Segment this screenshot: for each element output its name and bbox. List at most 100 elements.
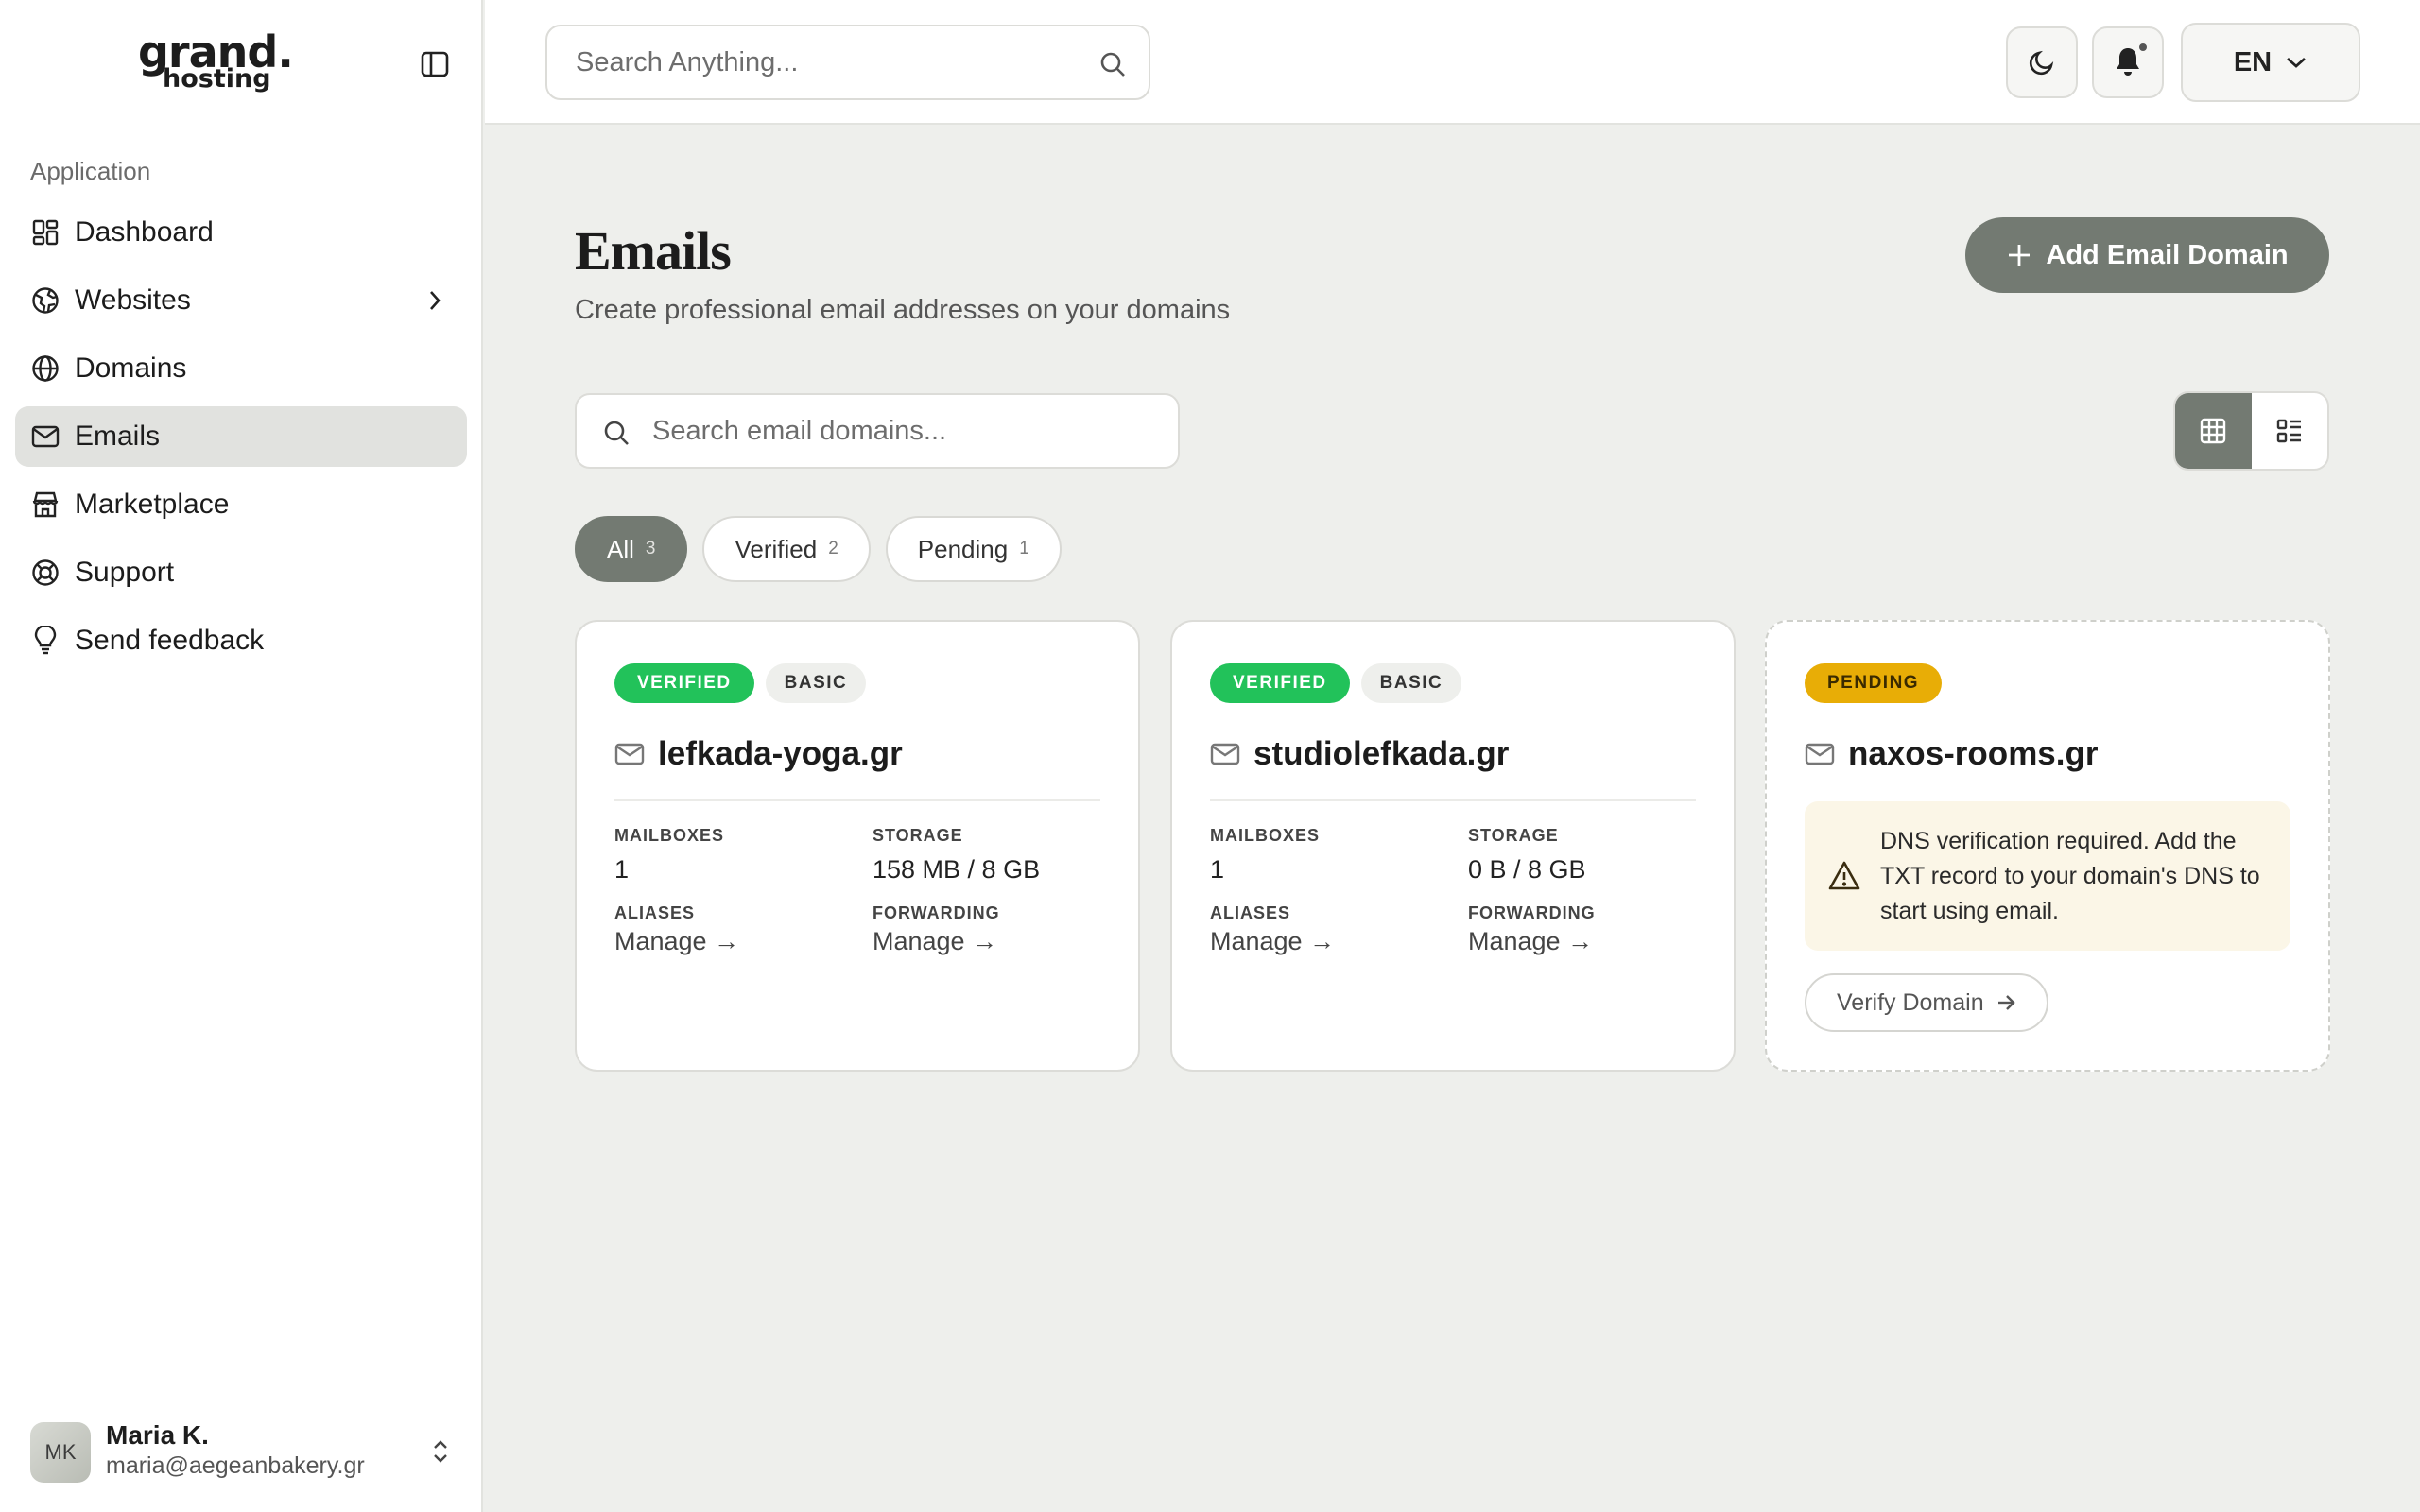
add-email-domain-label: Add Email Domain — [2046, 239, 2289, 270]
mailboxes-stat: MAILBOXES 1 — [614, 826, 724, 885]
manage-aliases-link[interactable]: Manage → — [1210, 927, 1335, 956]
filter-pending[interactable]: Pending 1 — [885, 516, 1062, 582]
sidebar-item-label: Marketplace — [75, 489, 230, 520]
lifebuoy-icon — [30, 558, 60, 588]
filter-verified[interactable]: Verified 2 — [702, 516, 871, 582]
grid-view-button[interactable] — [2175, 393, 2252, 469]
sidebar-item-websites[interactable]: Websites — [15, 270, 467, 331]
grid-icon — [2201, 418, 2226, 444]
domain-name[interactable]: studiolefkada.gr — [1253, 735, 1509, 773]
manage-forwarding-link[interactable]: Manage → — [873, 927, 1000, 956]
verify-domain-button[interactable]: Verify Domain — [1805, 973, 2048, 1032]
search-icon[interactable] — [1098, 49, 1128, 79]
brand-logo[interactable]: grand. hosting — [138, 30, 294, 96]
stat-value: 1 — [614, 855, 630, 884]
arrow-right-icon — [1996, 992, 2016, 1013]
mail-icon — [1805, 739, 1835, 769]
manage-aliases-link[interactable]: Manage → — [614, 927, 739, 956]
status-badge: PENDING — [1805, 663, 1943, 703]
chevrons-up-down-icon[interactable] — [425, 1436, 456, 1467]
plan-badge: BASIC — [1360, 663, 1462, 703]
manage-forwarding-link[interactable]: Manage → — [1468, 927, 1596, 956]
warning-icon — [1827, 860, 1861, 894]
stat-label: ALIASES — [1210, 903, 1291, 922]
sidebar-nav: Dashboard Websites Domains Emails Market… — [15, 202, 467, 679]
stat-value: 1 — [1210, 855, 1225, 884]
domain-name[interactable]: naxos-rooms.gr — [1848, 735, 2099, 773]
filter-label: Pending — [917, 534, 1009, 563]
status-badge: VERIFIED — [1210, 663, 1350, 703]
stat-label: FORWARDING — [873, 903, 1000, 922]
moon-icon — [2029, 50, 2054, 76]
storage-stat: STORAGE 158 MB / 8 GB — [873, 826, 1040, 885]
stat-value: 0 B / 8 GB — [1468, 855, 1586, 884]
search-icon — [601, 418, 631, 448]
lightbulb-icon — [30, 626, 60, 656]
filter-count: 1 — [1019, 539, 1029, 558]
email-domain-card-pending[interactable]: PENDING naxos-rooms.gr DNS verification … — [1765, 620, 2330, 1072]
storage-stat: STORAGE 0 B / 8 GB — [1468, 826, 1586, 885]
notification-dot — [2137, 42, 2149, 53]
email-domain-card[interactable]: VERIFIED BASIC studiolefkada.gr MAILBOXE… — [1170, 620, 1736, 1072]
page-subtitle: Create professional email addresses on y… — [575, 295, 1231, 325]
stat-value: 158 MB / 8 GB — [873, 855, 1041, 884]
sidebar-item-marketplace[interactable]: Marketplace — [15, 474, 467, 535]
divider — [1210, 799, 1696, 801]
logo-sub: hosting — [163, 64, 271, 94]
user-name: Maria K. — [106, 1420, 209, 1450]
stat-label: MAILBOXES — [1210, 826, 1321, 845]
filter-label: All — [607, 534, 634, 563]
filter-count: 3 — [645, 539, 656, 558]
filter-all[interactable]: All 3 — [575, 516, 688, 582]
notifications-button[interactable] — [2092, 26, 2164, 98]
sidebar-item-emails[interactable]: Emails — [15, 406, 467, 467]
sidebar-item-label: Websites — [75, 284, 191, 316]
domain-search-input[interactable] — [652, 395, 1163, 467]
theme-toggle-button[interactable] — [2006, 26, 2078, 98]
domain-search — [575, 393, 1180, 469]
language-selector[interactable]: EN — [2181, 23, 2360, 102]
sidebar-item-dashboard[interactable]: Dashboard — [15, 202, 467, 263]
avatar: MK — [30, 1422, 91, 1483]
chevron-down-icon — [2285, 51, 2308, 74]
status-badge: VERIFIED — [614, 663, 754, 703]
sidebar-toggle-button[interactable] — [420, 49, 450, 79]
filter-label: Verified — [735, 534, 818, 563]
dns-verification-alert: DNS verification required. Add the TXT r… — [1805, 801, 2290, 951]
list-view-button[interactable] — [2252, 393, 2328, 469]
language-label: EN — [2233, 46, 2273, 77]
stat-label: ALIASES — [614, 903, 696, 922]
stat-label: MAILBOXES — [614, 826, 725, 845]
forwarding-stat: FORWARDING Manage → — [873, 903, 1000, 956]
store-icon — [30, 490, 60, 520]
stat-label: FORWARDING — [1468, 903, 1596, 922]
sidebar-panel-icon — [421, 51, 449, 77]
global-search-input[interactable] — [576, 26, 1086, 98]
topbar: EN — [485, 0, 2420, 125]
mailboxes-stat: MAILBOXES 1 — [1210, 826, 1320, 885]
page-title: Emails — [575, 220, 732, 282]
verify-domain-label: Verify Domain — [1837, 988, 1984, 1016]
sidebar-item-label: Emails — [75, 421, 161, 452]
sidebar-item-label: Send feedback — [75, 625, 265, 656]
stat-label: STORAGE — [873, 826, 963, 845]
domain-name[interactable]: lefkada-yoga.gr — [658, 735, 903, 773]
user-profile[interactable]: MK Maria K. maria@aegeanbakery.gr — [30, 1420, 456, 1483]
sidebar-item-domains[interactable]: Domains — [15, 338, 467, 399]
email-domain-card[interactable]: VERIFIED BASIC lefkada-yoga.gr MAILBOXES… — [575, 620, 1140, 1072]
globe-icon — [30, 353, 60, 384]
forwarding-stat: FORWARDING Manage → — [1468, 903, 1596, 956]
sidebar-item-label: Dashboard — [75, 216, 214, 248]
divider — [614, 799, 1100, 801]
add-email-domain-button[interactable]: Add Email Domain — [1965, 217, 2329, 293]
dashboard-icon — [30, 217, 60, 248]
mail-icon — [1210, 739, 1240, 769]
sidebar-item-send-feedback[interactable]: Send feedback — [15, 610, 467, 671]
sidebar-item-support[interactable]: Support — [15, 542, 467, 603]
list-icon — [2276, 419, 2301, 443]
section-label: Application — [30, 157, 151, 185]
plan-badge: BASIC — [765, 663, 867, 703]
plus-icon — [2006, 242, 2032, 268]
mail-icon — [30, 421, 60, 452]
filter-count: 2 — [828, 539, 838, 558]
